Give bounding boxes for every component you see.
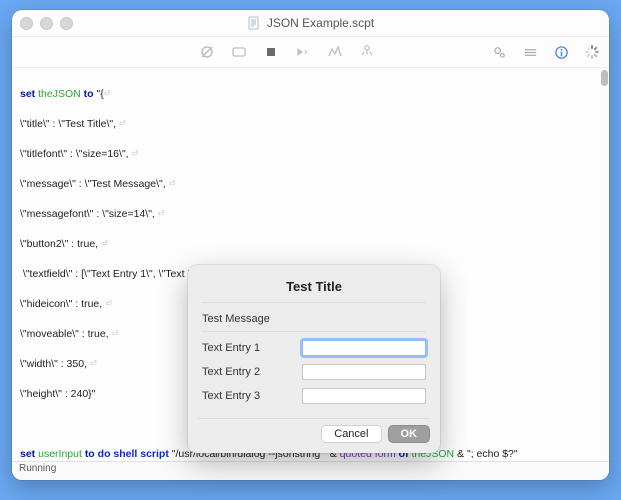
textfield-1-input[interactable] bbox=[302, 340, 426, 356]
step-button[interactable] bbox=[231, 44, 247, 60]
run-button[interactable] bbox=[295, 44, 311, 60]
compile-button[interactable] bbox=[327, 44, 343, 60]
stop-button[interactable] bbox=[263, 44, 279, 60]
running-spinner-icon bbox=[585, 45, 599, 59]
info-button[interactable] bbox=[554, 45, 569, 60]
textfield-3-label: Text Entry 3 bbox=[202, 390, 302, 402]
zoom-window-button[interactable] bbox=[60, 17, 73, 30]
status-bar: Running bbox=[12, 461, 609, 480]
status-text: Running bbox=[19, 463, 56, 474]
scrollbar-thumb[interactable] bbox=[601, 70, 608, 86]
titlebar: JSON Example.scpt bbox=[12, 10, 609, 37]
close-window-button[interactable] bbox=[20, 17, 33, 30]
cancel-button[interactable]: Cancel bbox=[321, 425, 381, 443]
window-controls bbox=[20, 17, 73, 30]
minimize-window-button[interactable] bbox=[40, 17, 53, 30]
textfield-2-label: Text Entry 2 bbox=[202, 366, 302, 378]
settings-button[interactable] bbox=[492, 45, 507, 60]
record-button[interactable] bbox=[199, 44, 215, 60]
textfield-1-label: Text Entry 1 bbox=[202, 342, 302, 354]
textfield-3-input[interactable] bbox=[302, 388, 426, 404]
document-icon bbox=[247, 16, 261, 30]
dialog-message: Test Message bbox=[188, 303, 440, 331]
textfield-2-input[interactable] bbox=[302, 364, 426, 380]
ok-button[interactable]: OK bbox=[388, 425, 431, 443]
toolbar bbox=[12, 37, 609, 68]
dialog-title: Test Title bbox=[188, 265, 440, 302]
bundle-contents-button[interactable] bbox=[359, 44, 375, 60]
window-title: JSON Example.scpt bbox=[267, 16, 374, 30]
sidebar-toggle-button[interactable] bbox=[523, 45, 538, 60]
dialog-window: Test Title Test Message Text Entry 1 Tex… bbox=[188, 265, 440, 453]
